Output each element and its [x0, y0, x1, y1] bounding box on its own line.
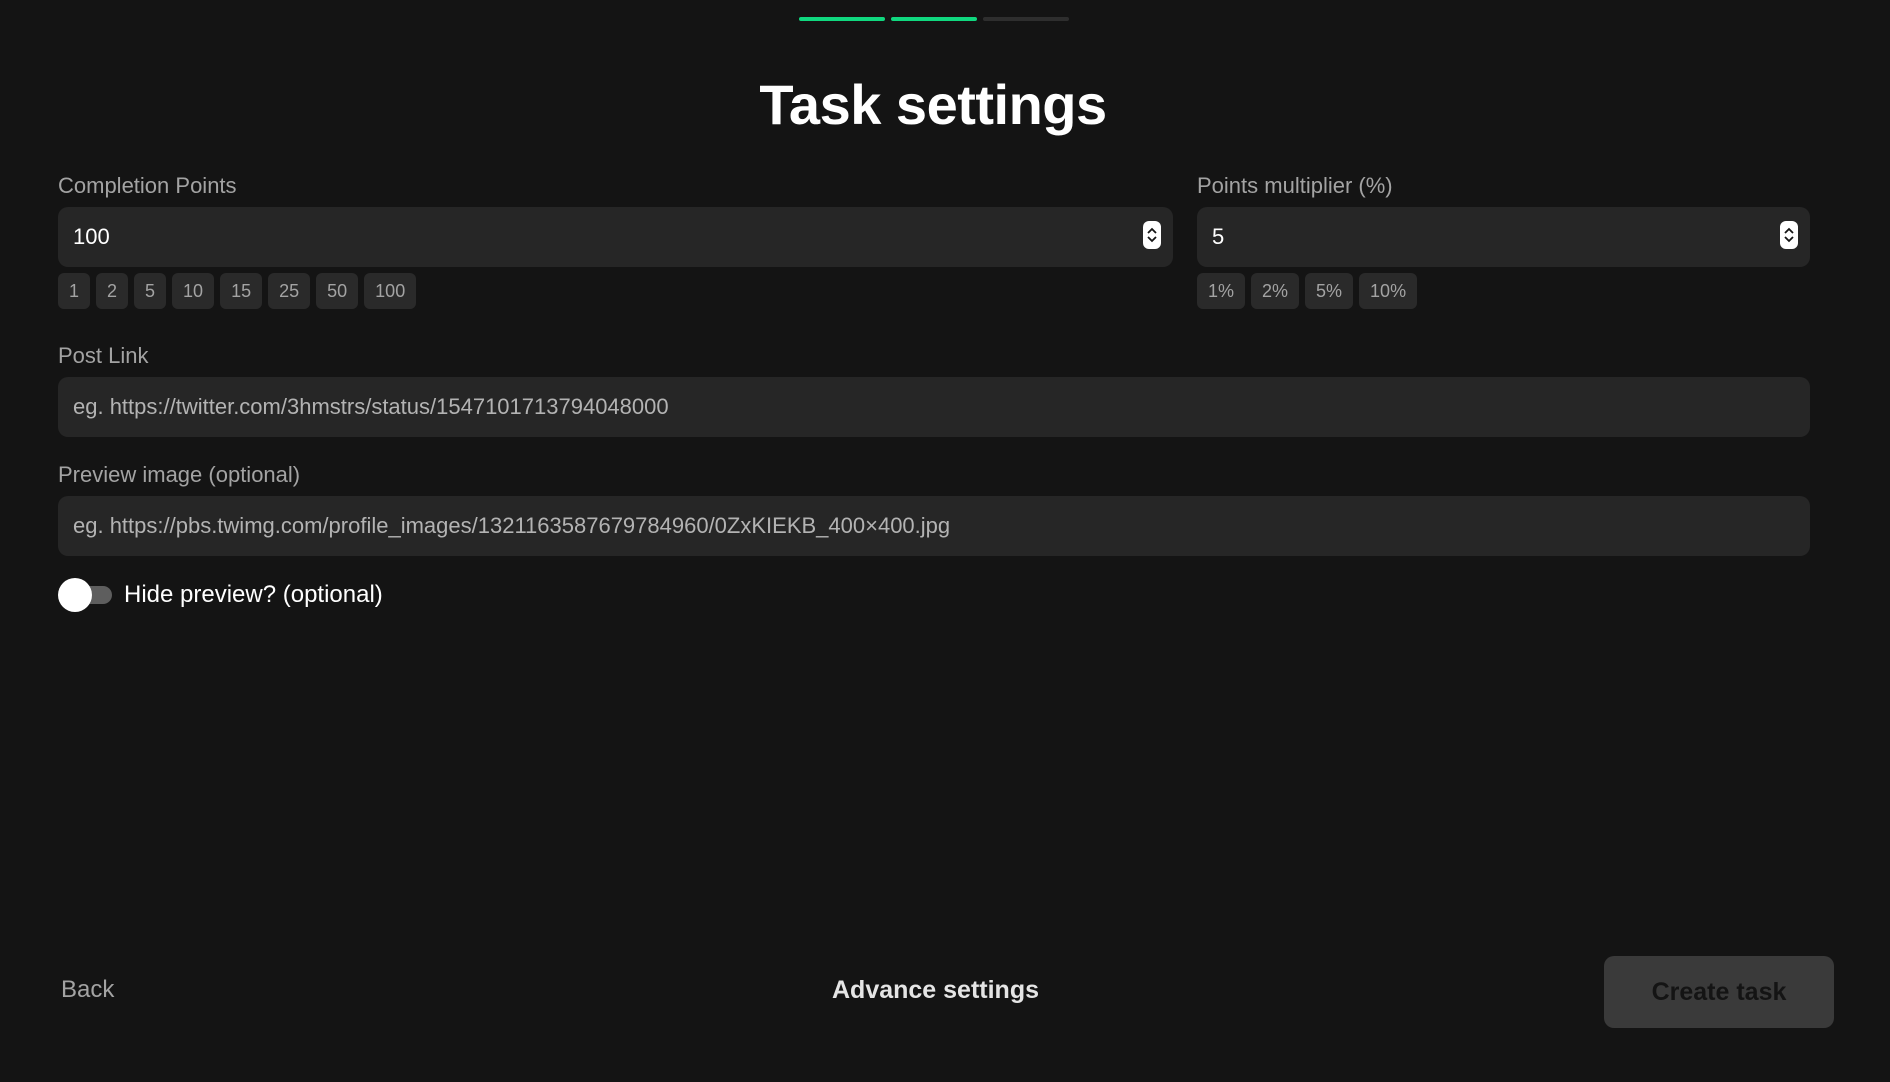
hide-preview-label: Hide preview? (optional) [124, 581, 383, 608]
chevron-up-icon[interactable] [1784, 227, 1794, 234]
points-multiplier-input[interactable]: 5 [1197, 207, 1810, 267]
progress-steps [799, 17, 1069, 21]
completion-points-presets: 1 2 5 10 15 25 50 100 [58, 273, 417, 309]
chevron-down-icon[interactable] [1147, 236, 1157, 243]
post-link-input[interactable]: eg. https://twitter.com/3hmstrs/status/1… [58, 377, 1810, 437]
preset-chip[interactable]: 5 [134, 273, 167, 309]
preview-image-placeholder: eg. https://pbs.twimg.com/profile_images… [73, 513, 951, 538]
progress-step-3 [983, 17, 1069, 21]
preset-chip[interactable]: 10% [1359, 273, 1418, 309]
page-title: Task settings [759, 73, 1107, 136]
task-settings-page: Task settings Completion Points 100 1 2 … [0, 0, 1890, 1082]
advance-settings-button[interactable]: Advance settings [832, 976, 1039, 1005]
points-multiplier-stepper[interactable] [1780, 221, 1798, 249]
hide-preview-toggle[interactable] [58, 578, 112, 612]
preset-chip[interactable]: 15 [220, 273, 263, 309]
preset-chip[interactable]: 25 [268, 273, 311, 309]
chevron-up-icon[interactable] [1147, 227, 1157, 234]
points-multiplier-presets: 1% 2% 5% 10% [1197, 273, 1418, 309]
preset-chip[interactable]: 10 [172, 273, 215, 309]
completion-points-label: Completion Points [58, 173, 237, 198]
back-button[interactable]: Back [61, 976, 114, 1004]
toggle-knob [58, 578, 92, 612]
completion-points-value: 100 [73, 224, 110, 249]
points-multiplier-label: Points multiplier (%) [1197, 173, 1393, 198]
preset-chip[interactable]: 2 [96, 273, 129, 309]
post-link-label: Post Link [58, 343, 149, 368]
preset-chip[interactable]: 5% [1305, 273, 1354, 309]
preview-image-input[interactable]: eg. https://pbs.twimg.com/profile_images… [58, 496, 1810, 556]
preset-chip[interactable]: 2% [1251, 273, 1300, 309]
hide-preview-row: Hide preview? (optional) [58, 578, 383, 612]
chevron-down-icon[interactable] [1784, 236, 1794, 243]
preset-chip[interactable]: 1 [58, 273, 91, 309]
points-multiplier-value: 5 [1212, 224, 1225, 249]
completion-points-input[interactable]: 100 [58, 207, 1173, 267]
create-task-label: Create task [1651, 977, 1787, 1006]
post-link-placeholder: eg. https://twitter.com/3hmstrs/status/1… [73, 394, 669, 419]
preset-chip[interactable]: 50 [316, 273, 359, 309]
create-task-button[interactable]: Create task [1604, 956, 1834, 1028]
completion-points-stepper[interactable] [1143, 221, 1161, 249]
preset-chip[interactable]: 100 [364, 273, 417, 309]
progress-step-1 [799, 17, 885, 21]
preset-chip[interactable]: 1% [1197, 273, 1246, 309]
progress-step-2 [891, 17, 977, 21]
preview-image-label: Preview image (optional) [58, 462, 301, 487]
